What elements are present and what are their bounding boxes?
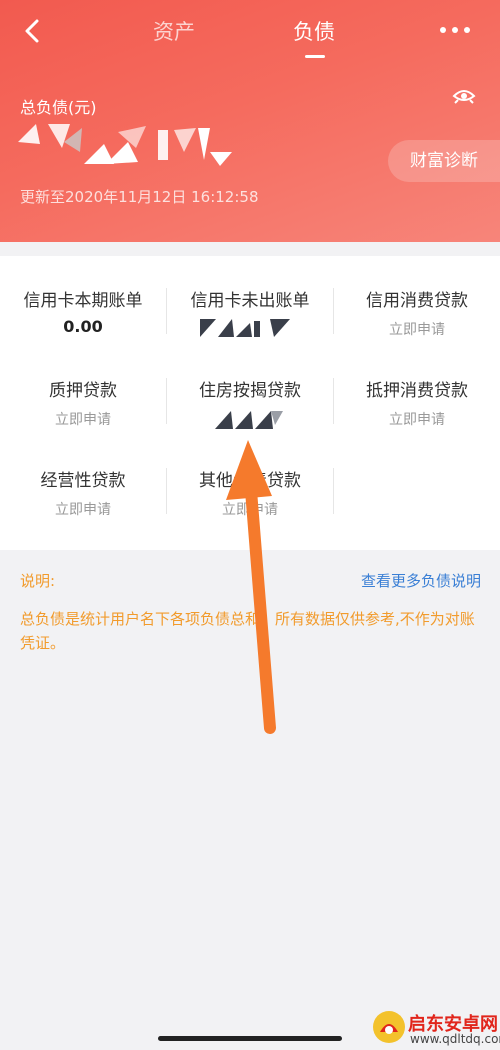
note-label: 说明: <box>20 572 56 590</box>
item-title: 抵押消费贷款 <box>366 381 468 401</box>
business-loan[interactable]: 经营性贷款 立即申请 <box>0 466 166 519</box>
chevron-left-icon[interactable] <box>18 16 48 46</box>
item-title: 信用卡未出账单 <box>190 291 310 311</box>
divider <box>166 468 167 514</box>
divider <box>166 378 167 424</box>
home-indicator[interactable] <box>158 1036 342 1041</box>
masked-amount <box>215 411 283 429</box>
mortgage-loan[interactable]: 住房按揭贷款 <box>167 376 333 431</box>
divider <box>333 378 334 424</box>
liability-grid: 信用卡本期账单 0.00 信用卡未出账单 信用消费贷款 立即申请 质押贷款 立即… <box>0 256 500 550</box>
wealth-diagnosis-button[interactable]: 财富诊断 <box>388 140 500 182</box>
credit-card-unbilled[interactable]: 信用卡未出账单 <box>167 286 333 339</box>
item-title: 质押贷款 <box>49 381 117 401</box>
divider <box>166 288 167 334</box>
item-title: 其他负债贷款 <box>199 471 301 491</box>
other-liability-loan[interactable]: 其他负债贷款 立即申请 <box>167 466 333 519</box>
apply-now-text: 立即申请 <box>55 412 111 428</box>
mortgage-consumer-loan[interactable]: 抵押消费贷款 立即申请 <box>334 376 500 429</box>
item-title: 经营性贷款 <box>40 471 126 491</box>
item-title: 住房按揭贷款 <box>199 381 301 401</box>
item-title: 信用消费贷款 <box>366 291 468 311</box>
apply-now-text: 立即申请 <box>55 502 111 518</box>
eye-icon[interactable] <box>452 86 476 106</box>
more-dots-icon[interactable] <box>438 20 472 40</box>
divider <box>333 468 334 514</box>
more-liability-info-link[interactable]: 查看更多负债说明 <box>361 570 481 591</box>
watermark-logo-icon <box>373 1011 405 1043</box>
header-banner: 资产 负债 总负债(元) 财富诊断 更新至2020年11月12日 16:12:5… <box>0 0 500 242</box>
item-title: 信用卡本期账单 <box>23 291 143 311</box>
update-timestamp: 更新至2020年11月12日 16:12:58 <box>20 188 259 206</box>
site-watermark: 启东安卓网 www.qdltdq.com <box>372 1010 500 1050</box>
active-tab-indicator <box>305 55 325 58</box>
pledge-loan[interactable]: 质押贷款 立即申请 <box>0 376 166 429</box>
divider <box>333 288 334 334</box>
masked-total-amount <box>18 124 232 166</box>
item-amount: 0.00 <box>63 317 103 336</box>
apply-now-text: 立即申请 <box>389 412 445 428</box>
tab-liabilities[interactable]: 负债 <box>293 16 335 46</box>
tab-assets[interactable]: 资产 <box>153 16 195 46</box>
credit-consumer-loan[interactable]: 信用消费贷款 立即申请 <box>334 286 500 339</box>
apply-now-text: 立即申请 <box>222 502 278 518</box>
total-liabilities-label: 总负债(元) <box>20 98 97 117</box>
note-text: 总负债是统计用户名下各项负债总和。所有数据仅供参考,不作为对账凭证。 <box>20 610 475 652</box>
masked-amount <box>200 319 290 337</box>
apply-now-text: 立即申请 <box>389 322 445 338</box>
watermark-url: www.qdltdq.com <box>410 1032 500 1046</box>
credit-card-current-bill[interactable]: 信用卡本期账单 0.00 <box>0 286 166 336</box>
